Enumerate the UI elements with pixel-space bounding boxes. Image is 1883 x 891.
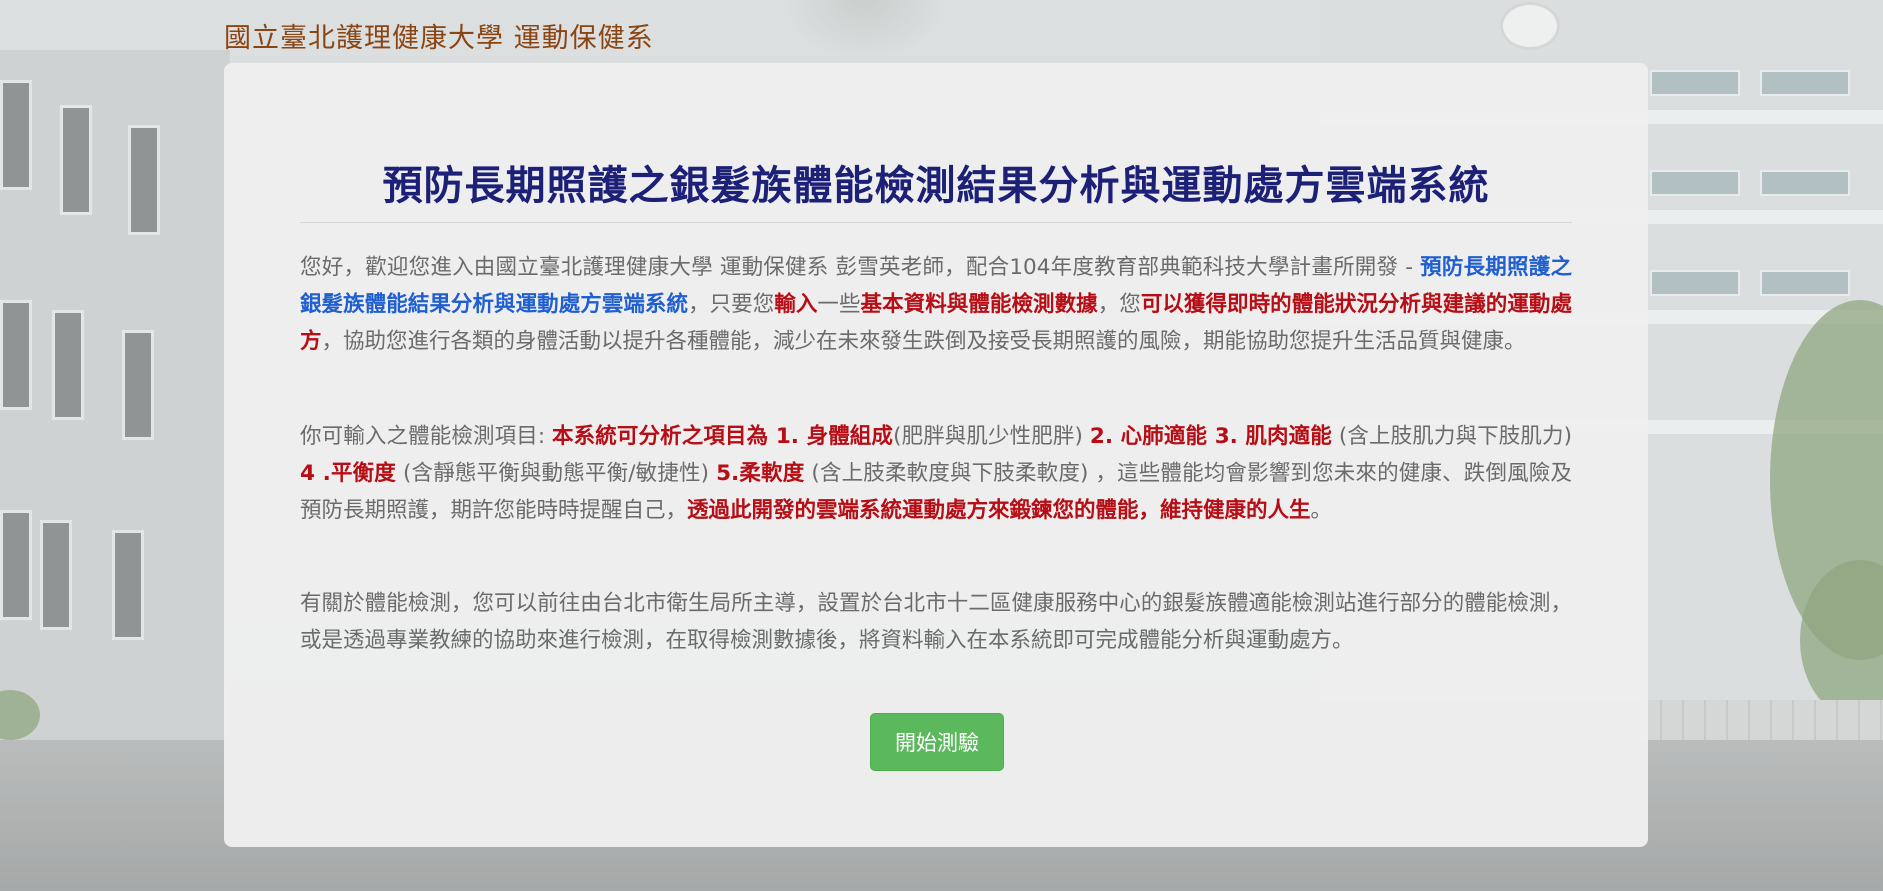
intro-text: ，協助您進行各類的身體活動以提升各種體能，減少在未來發生跌倒及接受長期照護的風險… [321, 329, 1526, 354]
exercise-highlight: 透過此開發的雲端系統運動處方來鍛鍊您的體能，維持健康的人生 [687, 498, 1311, 523]
input-highlight: 輸入 [774, 292, 818, 317]
items-text: 你可輸入之體能檢測項目: [300, 424, 553, 449]
test-items-paragraph: 你可輸入之體能檢測項目: 本系統可分析之項目為 1. 身體組成(肥胖與肌少性肥胖… [300, 418, 1572, 529]
intro-text: ，您 [1097, 292, 1141, 317]
item-flexibility: 5.柔軟度 [716, 461, 805, 486]
intro-paragraph: 您好，歡迎您進入由國立臺北護理健康大學 運動保健系 彭雪英老師，配合104年度教… [300, 249, 1572, 360]
intro-text: 一些 [817, 292, 861, 317]
item-cardio-muscle: 2. 心肺適能 3. 肌肉適能 [1089, 424, 1332, 449]
item-body-composition: 本系統可分析之項目為 1. 身體組成 [552, 424, 894, 449]
intro-text: ，只要您 [688, 292, 775, 317]
items-text: (肥胖與肌少性肥胖) [893, 424, 1090, 449]
items-text: (含上肢肌力與下肢肌力) [1331, 424, 1572, 449]
start-test-button[interactable]: 開始測驗 [870, 713, 1004, 771]
items-text: (含靜態平衡與動態平衡/敏捷性) [395, 461, 717, 486]
site-brand: 國立臺北護理健康大學 運動保健系 [224, 23, 654, 54]
main-panel: 預防長期照護之銀髮族體能檢測結果分析與運動處方雲端系統 您好，歡迎您進入由國立臺… [224, 63, 1648, 847]
items-text: 。 [1310, 498, 1333, 523]
data-highlight: 基本資料與體能檢測數據 [860, 292, 1098, 317]
item-balance: 4 .平衡度 [300, 461, 396, 486]
page-title: 預防長期照護之銀髮族體能檢測結果分析與運動處方雲端系統 [382, 163, 1490, 209]
title-divider [300, 222, 1572, 223]
testing-info-paragraph: 有關於體能檢測，您可以前往由台北市衛生局所主導，設置於台北市十二區健康服務中心的… [300, 591, 1572, 653]
intro-text: 您好，歡迎您進入由國立臺北護理健康大學 運動保健系 彭雪英老師，配合104年度教… [300, 255, 1421, 280]
